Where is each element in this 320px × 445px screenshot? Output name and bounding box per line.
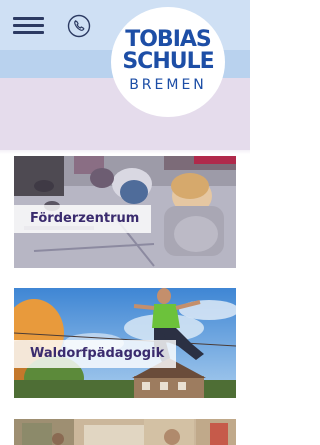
site-header: TOBIAS SCHULE BREMEN [0,0,250,150]
logo-line-tobias: TOBIAS [125,27,212,52]
tobias-schule-logo[interactable]: TOBIAS SCHULE BREMEN [111,7,225,117]
menu-bar [13,17,44,20]
logo-line-bremen: BREMEN [129,77,207,93]
logo-line-schule: SCHULE [122,49,214,74]
hamburger-menu-icon[interactable] [13,17,45,35]
card-foerderzentrum[interactable]: Förderzentrum [14,156,236,268]
phone-icon[interactable] [67,14,91,38]
menu-bar [13,31,44,34]
card-title[interactable]: Waldorfpädagogik [14,340,177,368]
menu-bar [13,24,44,27]
card-title[interactable]: Förderzentrum [14,205,152,233]
card-third[interactable] [14,419,236,445]
header-divider [0,150,250,154]
card-waldorfpaedagogik[interactable]: Waldorfpädagogik [14,288,236,398]
classroom-photo [14,419,236,445]
